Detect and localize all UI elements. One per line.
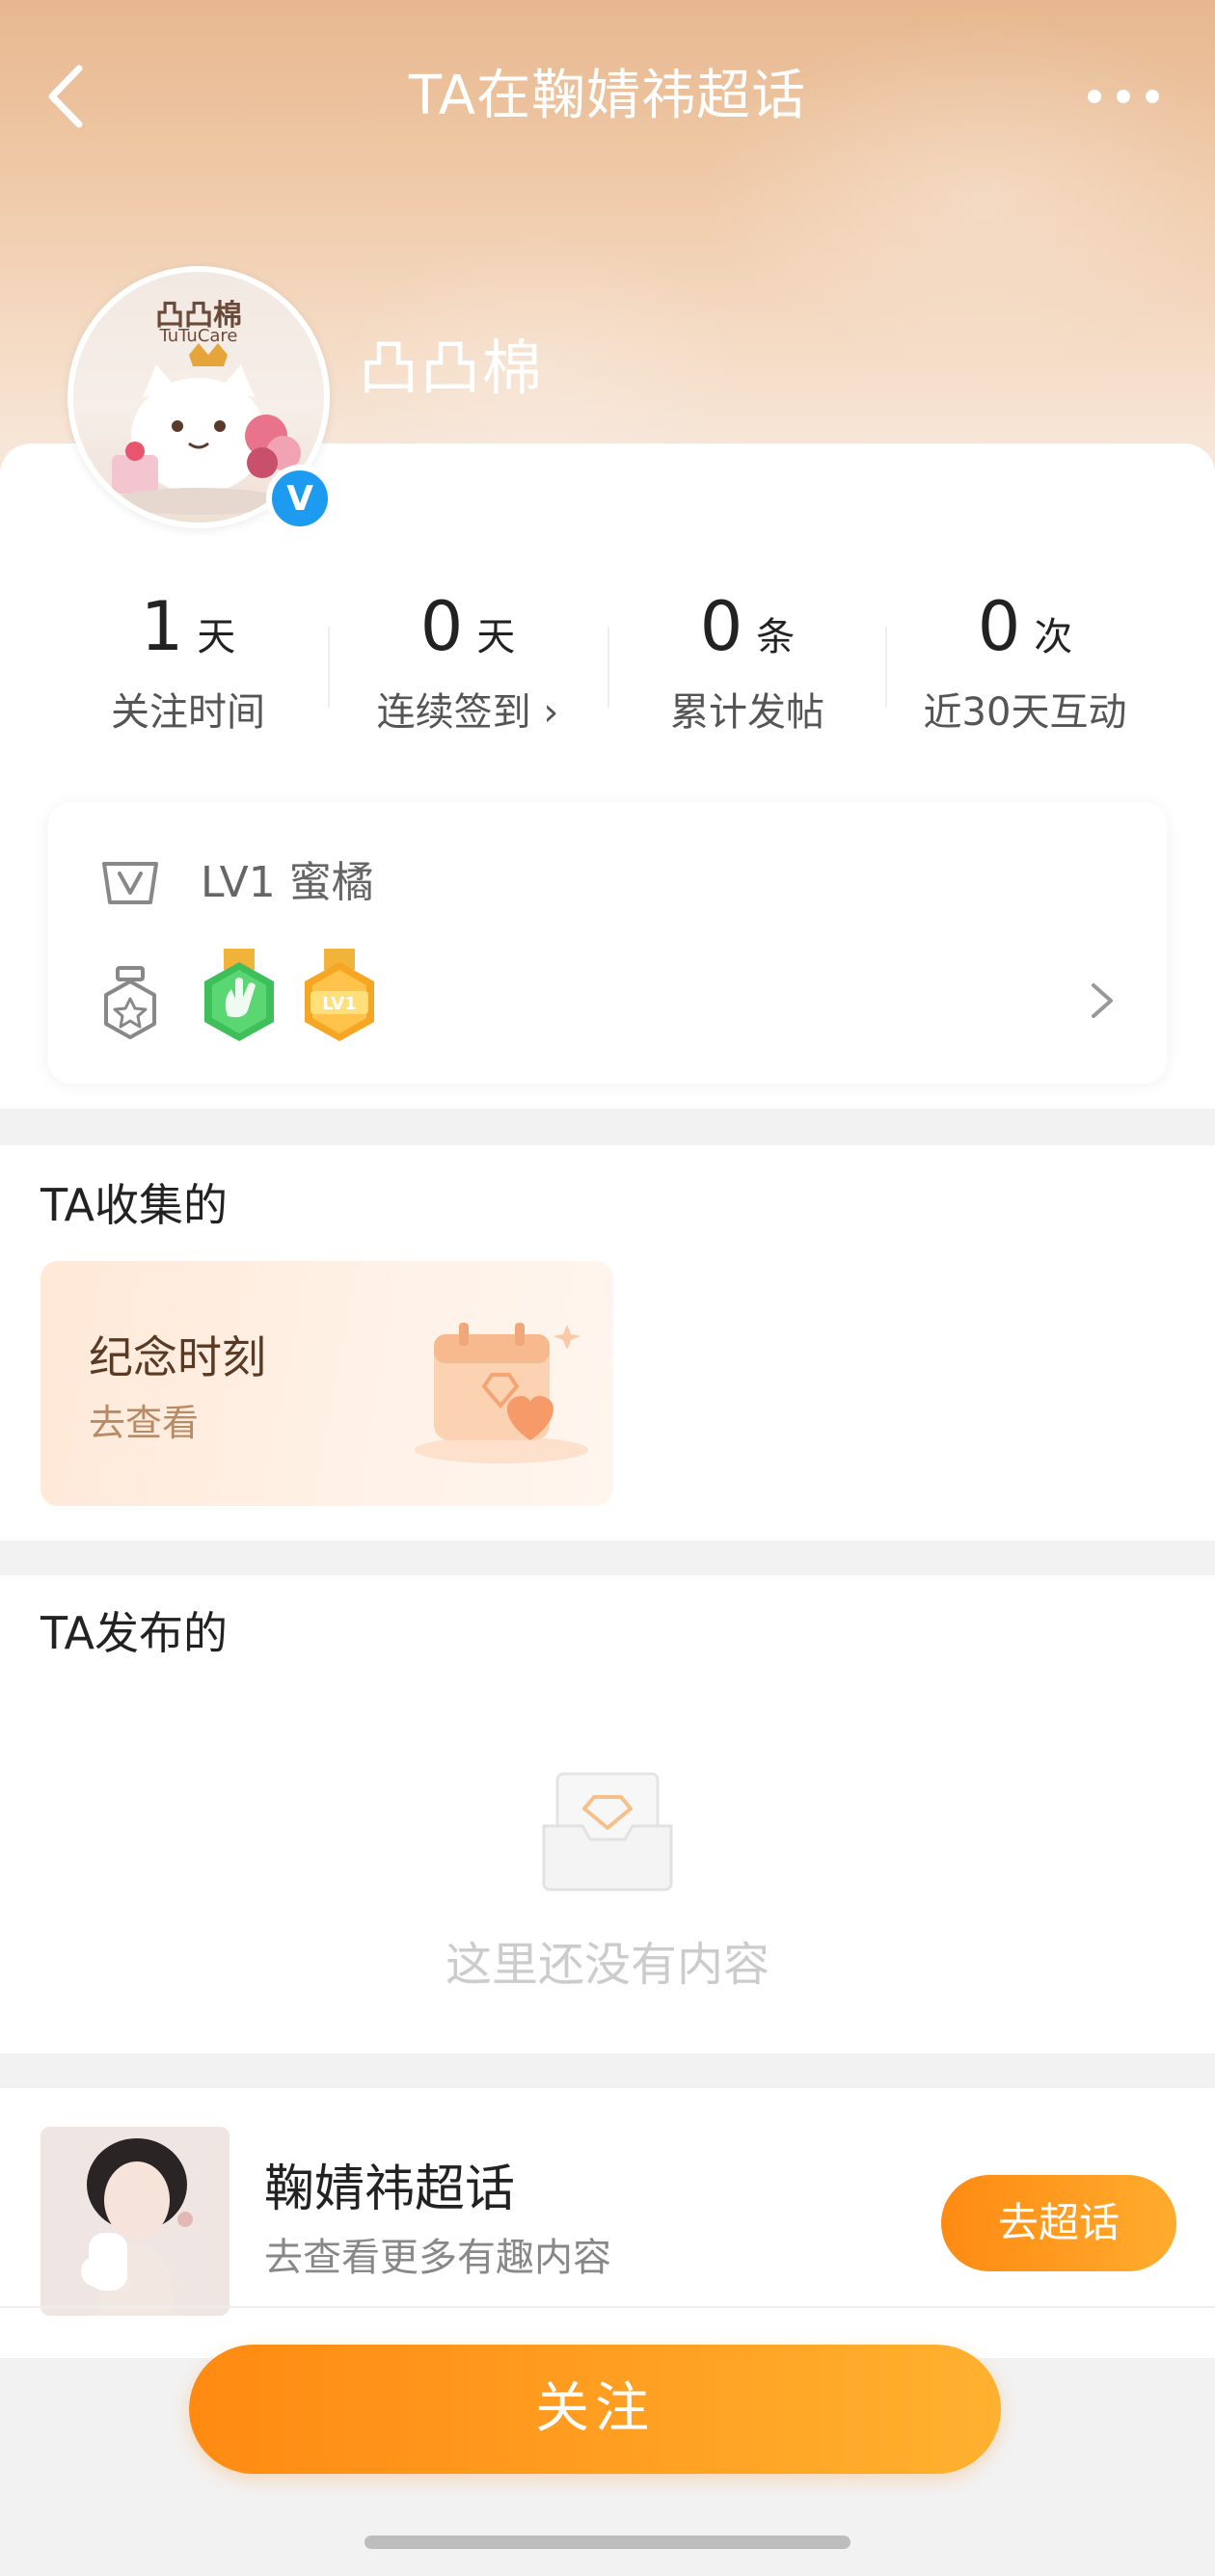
- topic-name[interactable]: 鞠婧祎超话: [264, 2156, 515, 2223]
- stat-follow-days: 1天: [58, 586, 318, 667]
- stat-value: 1: [140, 587, 184, 666]
- go-topic-button[interactable]: 去超话: [941, 2175, 1176, 2271]
- empty-state-text: 这里还没有内容: [445, 1938, 770, 1992]
- topic-cover-image[interactable]: [40, 2127, 230, 2316]
- stat-value: 0: [419, 587, 464, 666]
- divider: [328, 627, 330, 708]
- page-title: TA在鞠婧祎超话: [408, 65, 807, 127]
- stat-checkin-days[interactable]: 0天: [338, 586, 598, 667]
- follow-button[interactable]: 关注: [189, 2345, 1001, 2474]
- crown-shield-icon: [102, 862, 158, 904]
- level-text: LV1 蜜橘: [201, 858, 374, 907]
- stat-value: 0: [699, 587, 743, 666]
- stat-interactions: 0次: [895, 586, 1155, 667]
- chevron-right-icon: [1092, 983, 1113, 1018]
- stat-label: 关注时间: [111, 690, 265, 735]
- lv1-medal-icon: LV1: [305, 949, 374, 1041]
- more-button[interactable]: [1080, 67, 1167, 125]
- username: 凸凸棉: [359, 333, 545, 403]
- portrait-image: [40, 2127, 230, 2316]
- verified-badge-icon: V: [266, 465, 334, 532]
- posted-title: TA发布的: [40, 1607, 228, 1659]
- stat-posts: 0条: [617, 586, 878, 667]
- divider: [0, 2306, 1215, 2308]
- badge-hexagon-icon: [104, 966, 156, 1039]
- memory-card-link[interactable]: 去查看: [89, 1398, 199, 1448]
- divider: [885, 627, 887, 708]
- stat-label-link[interactable]: 连续签到 ›: [338, 681, 598, 737]
- stat-value: 0: [977, 587, 1021, 666]
- collected-title: TA收集的: [40, 1179, 228, 1231]
- wave-hand-medal-icon: [204, 949, 274, 1041]
- divider: [608, 627, 609, 708]
- stat-unit: 天: [476, 615, 516, 659]
- stat-label: 近30天互动: [923, 690, 1127, 735]
- memory-card-title: 纪念时刻: [89, 1331, 266, 1383]
- more-dots-icon: [1088, 90, 1159, 103]
- stat-unit: 天: [197, 615, 236, 659]
- home-indicator: [364, 2536, 850, 2549]
- stat-unit: 条: [756, 615, 796, 659]
- stat-label: 累计发帖: [670, 690, 824, 735]
- medal-label: LV1: [322, 994, 356, 1014]
- stat-unit: 次: [1034, 615, 1073, 659]
- topic-subtitle: 去查看更多有趣内容: [264, 2236, 611, 2280]
- calendar-heart-icon: [415, 1323, 588, 1463]
- empty-box-icon: [542, 1772, 673, 1892]
